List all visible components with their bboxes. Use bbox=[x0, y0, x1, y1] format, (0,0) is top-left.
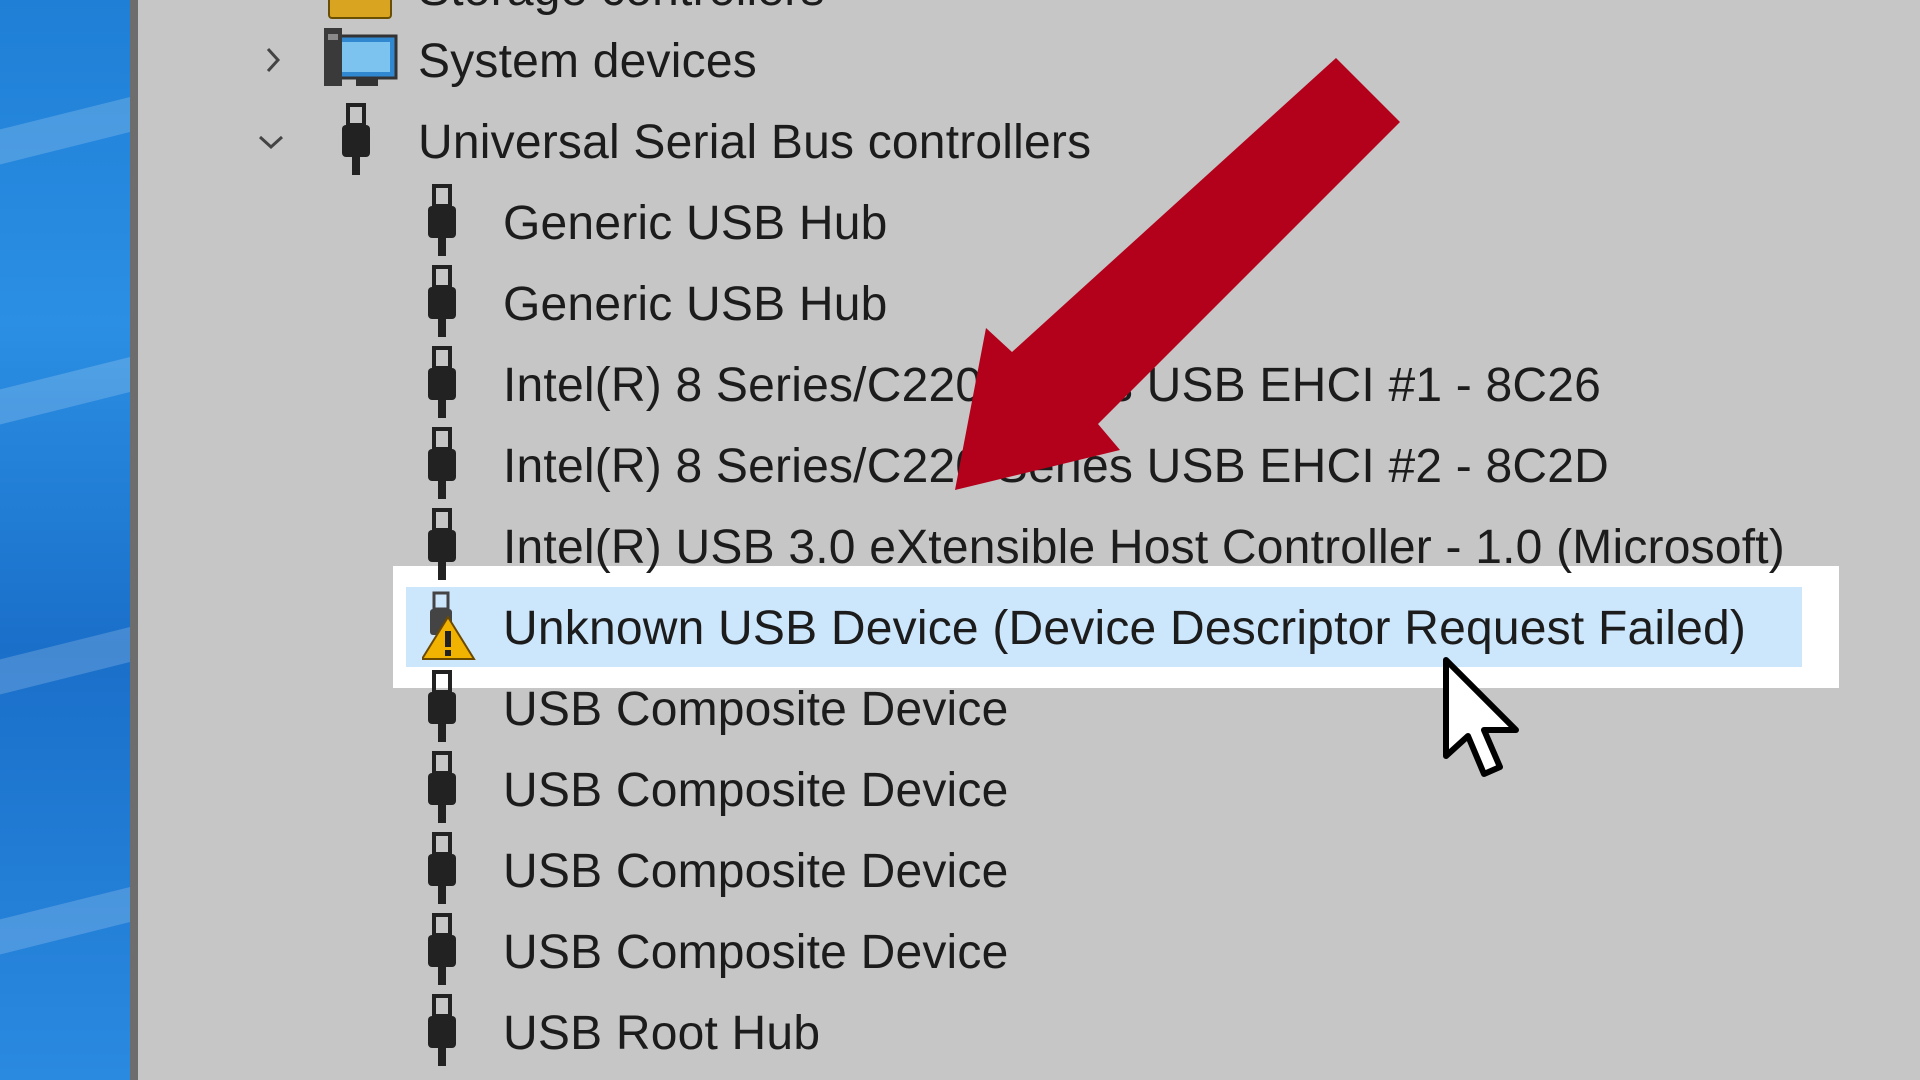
usb-plug-icon bbox=[422, 832, 462, 906]
tree-row-label: Universal Serial Bus controllers bbox=[418, 116, 1092, 169]
tree-row-usb-device[interactable]: Generic USB Hub bbox=[0, 182, 1920, 262]
usb-plug-icon bbox=[422, 184, 462, 258]
tree-row-label: Storage controllers bbox=[418, 0, 825, 17]
tree-row-label: Intel(R) USB 3.0 eXtensible Host Control… bbox=[503, 521, 1785, 574]
usb-plug-icon bbox=[422, 427, 462, 501]
usb-plug-icon bbox=[422, 994, 462, 1068]
tree-row-usb-controllers[interactable]: Universal Serial Bus controllers bbox=[0, 101, 1920, 181]
tree-row-label: Generic USB Hub bbox=[503, 278, 888, 331]
tree-row-label: USB Composite Device bbox=[503, 764, 1009, 817]
usb-plug-icon bbox=[422, 670, 462, 744]
usb-plug-icon bbox=[336, 103, 376, 177]
tree-row-usb-device[interactable]: Intel(R) USB 3.0 eXtensible Host Control… bbox=[0, 506, 1920, 586]
chevron-right-icon[interactable] bbox=[258, 45, 288, 75]
usb-plug-icon bbox=[422, 751, 462, 825]
tree-row-label: Generic USB Hub bbox=[503, 197, 888, 250]
tree-row-unknown-usb-device[interactable]: Unknown USB Device (Device Descriptor Re… bbox=[0, 587, 1920, 667]
tree-row-label: Unknown USB Device (Device Descriptor Re… bbox=[503, 602, 1747, 655]
tree-row-usb-device[interactable]: Intel(R) 8 Series/C220 Series USB EHCI #… bbox=[0, 344, 1920, 424]
usb-plug-icon bbox=[422, 346, 462, 420]
tree-row-usb-device[interactable]: Intel(R) 8 Series/C220 Series USB EHCI #… bbox=[0, 425, 1920, 505]
usb-plug-icon bbox=[422, 913, 462, 987]
mouse-cursor-icon bbox=[1443, 657, 1519, 777]
warning-icon bbox=[422, 591, 478, 663]
tree-row-label: USB Composite Device bbox=[503, 845, 1009, 898]
tree-row-label: Intel(R) 8 Series/C220 Series USB EHCI #… bbox=[503, 440, 1610, 493]
tree-row-usb-device[interactable]: USB Composite Device bbox=[0, 830, 1920, 910]
tree-row-usb-device[interactable]: Generic USB Hub bbox=[0, 263, 1920, 343]
tree-row-label: Intel(R) 8 Series/C220 Series USB EHCI #… bbox=[503, 359, 1602, 412]
usb-plug-icon bbox=[422, 265, 462, 339]
tree-row-label: System devices bbox=[418, 35, 757, 88]
screen: Storage controllers System devices bbox=[0, 0, 1920, 1080]
tree-row-system-devices[interactable]: System devices bbox=[0, 20, 1920, 100]
tree-row-usb-device[interactable]: USB Composite Device bbox=[0, 749, 1920, 829]
tree-row-label: USB Composite Device bbox=[503, 683, 1009, 736]
monitor-icon bbox=[322, 26, 398, 92]
tree-row-label: USB Composite Device bbox=[503, 926, 1009, 979]
usb-plug-icon bbox=[422, 508, 462, 582]
chevron-down-icon[interactable] bbox=[256, 127, 286, 157]
tree-row-label: USB Root Hub bbox=[503, 1007, 821, 1060]
tree-row-usb-device[interactable]: USB Composite Device bbox=[0, 668, 1920, 748]
tree-row-usb-device[interactable]: USB Root Hub bbox=[0, 992, 1920, 1072]
tree-row-usb-device[interactable]: USB Composite Device bbox=[0, 911, 1920, 991]
